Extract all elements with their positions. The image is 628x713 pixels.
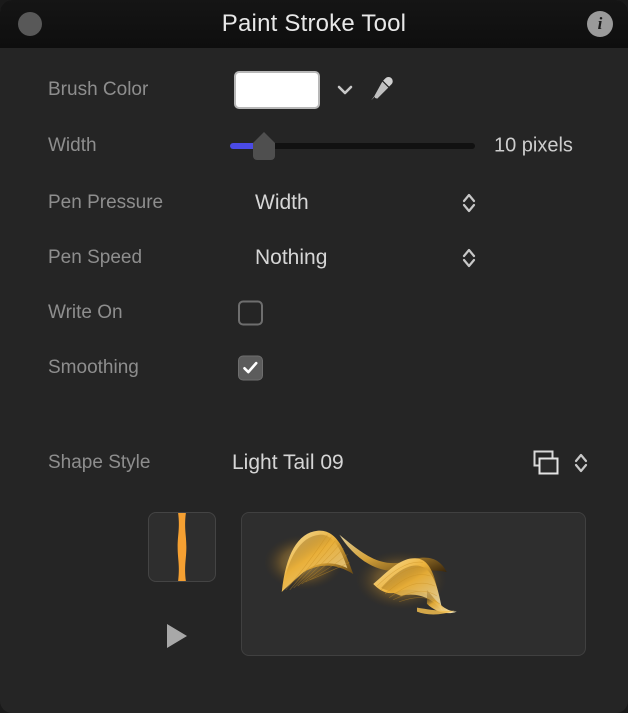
brush-color-label: Brush Color [48, 79, 149, 100]
pen-pressure-label: Pen Pressure [48, 192, 164, 213]
brush-color-row: Brush Color [0, 70, 628, 110]
brush-color-swatch[interactable] [234, 71, 320, 109]
chevron-down-icon[interactable] [334, 79, 356, 101]
shape-style-row: Shape Style Light Tail 09 [0, 443, 628, 483]
width-row: Width 10 pixels [0, 126, 628, 166]
shape-style-artwork [263, 530, 457, 615]
brush-profile-thumbnail[interactable] [148, 512, 216, 582]
smoothing-row: Smoothing [0, 348, 628, 388]
write-on-label: Write On [48, 302, 123, 323]
pen-pressure-row: Pen Pressure Width [0, 183, 628, 223]
paint-stroke-tool-window: Paint Stroke Tool i Brush Color Width 10… [0, 0, 628, 713]
width-label: Width [48, 135, 97, 156]
pen-pressure-value[interactable]: Width [255, 191, 309, 215]
page-title: Paint Stroke Tool [221, 10, 407, 37]
pen-speed-stepper[interactable] [460, 245, 478, 271]
stacked-squares-icon[interactable] [531, 449, 561, 477]
pen-pressure-stepper[interactable] [460, 190, 478, 216]
checkmark-icon [243, 361, 258, 374]
shape-style-preview[interactable] [241, 512, 586, 656]
write-on-checkbox[interactable] [238, 300, 263, 326]
shape-style-label: Shape Style [48, 452, 151, 473]
info-icon[interactable]: i [587, 11, 613, 37]
play-icon[interactable] [164, 622, 190, 650]
width-slider-thumb[interactable] [251, 131, 277, 161]
pen-speed-label: Pen Speed [48, 247, 143, 268]
shape-style-stepper[interactable] [572, 450, 590, 476]
width-value: 10 pixels [494, 134, 573, 157]
smoothing-label: Smoothing [48, 357, 139, 378]
brush-profile-stroke [177, 513, 187, 581]
pen-speed-row: Pen Speed Nothing [0, 238, 628, 278]
shape-style-value[interactable]: Light Tail 09 [232, 451, 344, 475]
title-bar: Paint Stroke Tool i [0, 0, 628, 48]
eyedropper-icon[interactable] [366, 75, 396, 105]
pen-speed-value[interactable]: Nothing [255, 246, 327, 270]
write-on-row: Write On [0, 293, 628, 333]
info-glyph: i [597, 14, 603, 33]
smoothing-checkbox[interactable] [238, 355, 263, 381]
